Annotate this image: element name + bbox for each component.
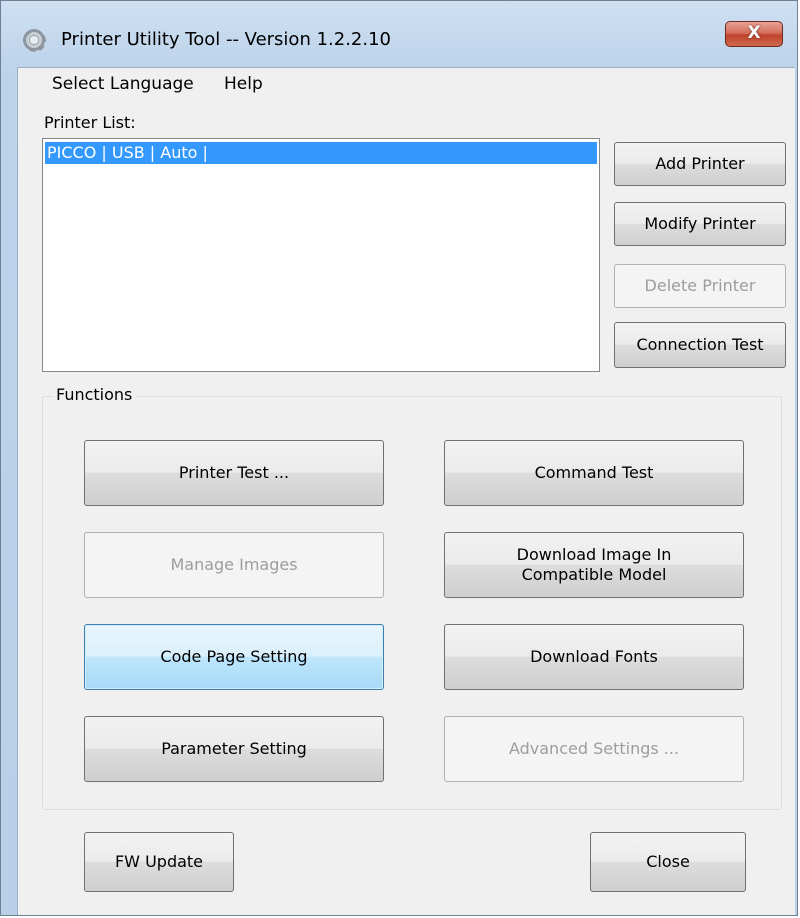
window-title: Printer Utility Tool -- Version 1.2.2.10 [61,29,392,50]
advanced-settings-button[interactable]: Advanced Settings ... [444,716,744,782]
menu-bar: Select Language Help [18,68,795,102]
close-button[interactable]: Close [590,832,746,892]
delete-printer-button[interactable]: Delete Printer [614,264,786,308]
menu-select-language[interactable]: Select Language [52,74,194,94]
command-test-button[interactable]: Command Test [444,440,744,506]
main-window: Printer Utility Tool -- Version 1.2.2.10… [0,0,798,916]
printer-list[interactable]: PICCO | USB | Auto | [42,138,600,372]
parameter-setting-button[interactable]: Parameter Setting [84,716,384,782]
client-area: Select Language Help Printer List: PICCO… [17,67,795,915]
modify-printer-button[interactable]: Modify Printer [614,202,786,246]
printer-list-label: Printer List: [44,113,136,132]
gear-icon [23,29,46,52]
close-window-button[interactable]: X [725,21,783,47]
title-bar[interactable]: Printer Utility Tool -- Version 1.2.2.10… [1,1,797,52]
printer-list-item[interactable]: PICCO | USB | Auto | [45,142,597,164]
menu-help[interactable]: Help [224,74,263,94]
code-page-setting-button[interactable]: Code Page Setting [84,624,384,690]
functions-group-title: Functions [52,385,137,404]
fw-update-button[interactable]: FW Update [84,832,234,892]
connection-test-button[interactable]: Connection Test [614,322,786,368]
manage-images-button[interactable]: Manage Images [84,532,384,598]
download-image-button[interactable]: Download Image In Compatible Model [444,532,744,598]
download-fonts-button[interactable]: Download Fonts [444,624,744,690]
add-printer-button[interactable]: Add Printer [614,142,786,186]
close-icon: X [747,23,761,43]
printer-test-button[interactable]: Printer Test ... [84,440,384,506]
